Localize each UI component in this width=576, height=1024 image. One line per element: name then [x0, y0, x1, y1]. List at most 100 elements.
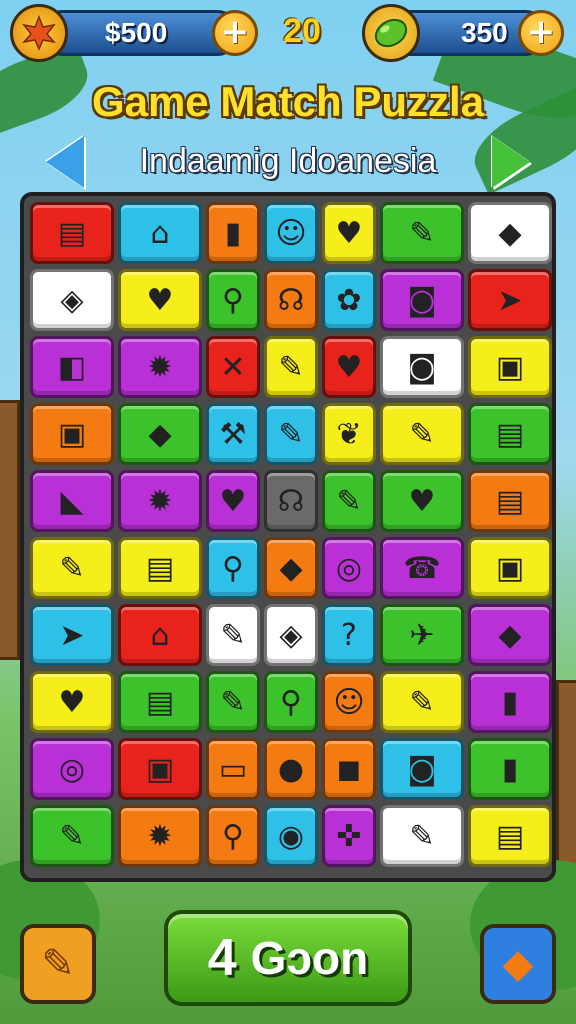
puzzle-tile[interactable]: ?: [322, 604, 376, 666]
puzzle-tile[interactable]: ▮: [468, 671, 552, 733]
box-icon: ▤: [57, 215, 87, 251]
puzzle-tile[interactable]: ✎: [322, 470, 376, 532]
puzzle-tile[interactable]: ⚒: [206, 403, 260, 465]
puzzle-tile[interactable]: ♥: [206, 470, 260, 532]
plane-icon: ✈: [409, 617, 435, 653]
puzzle-tile[interactable]: ▮: [468, 738, 552, 800]
puzzle-tile[interactable]: ✕: [206, 336, 260, 398]
puzzle-tile[interactable]: ⚲: [264, 671, 318, 733]
puzzle-tile[interactable]: ⌂: [118, 604, 202, 666]
puzzle-tile[interactable]: ♥: [322, 336, 376, 398]
go-button[interactable]: 4 Gɔon: [164, 910, 412, 1006]
puzzle-tile[interactable]: ▣: [30, 403, 114, 465]
puzzle-tile[interactable]: ✎: [206, 604, 260, 666]
tile-row: ◧ ✹ ✕ ✎ ♥ ◙ ▣: [30, 336, 552, 398]
puzzle-tile[interactable]: ➤: [468, 269, 552, 331]
puzzle-tile[interactable]: ◧: [30, 336, 114, 398]
puzzle-tile[interactable]: ▣: [468, 336, 552, 398]
arrow-left-icon[interactable]: [46, 136, 84, 188]
puzzle-tile[interactable]: ♥: [118, 269, 202, 331]
tile-row: ♥ ▤ ✎ ⚲ ☺ ✎ ▮: [30, 671, 552, 733]
puzzle-tile[interactable]: ☺: [322, 671, 376, 733]
puzzle-tile[interactable]: ✎: [206, 671, 260, 733]
puzzle-tile[interactable]: ❦: [322, 403, 376, 465]
puzzle-tile[interactable]: ✎: [264, 336, 318, 398]
blob-icon: ☊: [277, 282, 305, 318]
puzzle-tile[interactable]: ◆: [264, 537, 318, 599]
puzzle-tile[interactable]: ▣: [118, 738, 202, 800]
puzzle-tile[interactable]: ⚲: [206, 537, 260, 599]
puzzle-tile[interactable]: ☎: [380, 537, 464, 599]
puzzle-tile[interactable]: ▤: [468, 403, 552, 465]
arrow-icon: ➤: [497, 282, 523, 318]
puzzle-tile[interactable]: ✎: [380, 671, 464, 733]
puzzle-tile[interactable]: ◙: [380, 336, 464, 398]
puzzle-tile[interactable]: ⚲: [206, 269, 260, 331]
puzzle-tile[interactable]: ◎: [322, 537, 376, 599]
puzzle-tile[interactable]: ✈: [380, 604, 464, 666]
puzzle-tile[interactable]: ▤: [118, 671, 202, 733]
puzzle-tile[interactable]: ✜: [322, 805, 376, 867]
puzzle-tile[interactable]: ●: [264, 738, 318, 800]
puzzle-tile[interactable]: ◆: [468, 202, 552, 264]
puzzle-tile[interactable]: ◉: [264, 805, 318, 867]
puzzle-tile[interactable]: ◈: [264, 604, 318, 666]
pencil-icon: ✎: [278, 349, 304, 385]
puzzle-tile[interactable]: ⚲: [206, 805, 260, 867]
heart-icon: ♥: [335, 215, 363, 251]
eraser-icon: ▤: [145, 684, 175, 720]
house-icon: ⌂: [150, 215, 170, 251]
marker-icon: ✎: [220, 684, 246, 720]
puzzle-tile[interactable]: ✿: [322, 269, 376, 331]
pencil-icon: ✎: [409, 416, 435, 452]
eraser-icon: ✎: [41, 941, 75, 987]
pencil-icon: ✎: [59, 550, 85, 586]
puzzle-tile[interactable]: ➤: [30, 604, 114, 666]
puzzle-tile[interactable]: ✹: [118, 805, 202, 867]
puzzle-tile[interactable]: ✎: [30, 537, 114, 599]
arrow-right-icon[interactable]: [492, 136, 530, 188]
puzzle-tile[interactable]: ◙: [380, 738, 464, 800]
bag-icon: ◼: [336, 751, 362, 787]
puzzle-tile[interactable]: ▭: [206, 738, 260, 800]
level-subtitle: Indaamig Idoanesia: [139, 142, 437, 180]
puzzle-tile[interactable]: ✹: [118, 336, 202, 398]
puzzle-tile[interactable]: ☊: [264, 470, 318, 532]
eraser-button[interactable]: ✎: [20, 924, 96, 1004]
puzzle-tile[interactable]: ✹: [118, 470, 202, 532]
puzzle-tile[interactable]: ✎: [30, 805, 114, 867]
heart-icon: ♥: [408, 483, 436, 519]
puzzle-tile[interactable]: ▤: [30, 202, 114, 264]
puzzle-tile[interactable]: ♥: [380, 470, 464, 532]
puzzle-tile[interactable]: ▤: [468, 470, 552, 532]
puzzle-tile[interactable]: ▤: [118, 537, 202, 599]
puzzle-tile[interactable]: ◆: [468, 604, 552, 666]
puzzle-tile[interactable]: ◣: [30, 470, 114, 532]
puzzle-tile[interactable]: ✎: [264, 403, 318, 465]
box-icon: ◆: [502, 941, 534, 987]
puzzle-tile[interactable]: ☊: [264, 269, 318, 331]
camera-icon: ▭: [218, 751, 248, 787]
add-coins-button[interactable]: +: [212, 10, 258, 56]
phone-icon: ☎: [403, 550, 441, 586]
add-gems-button[interactable]: +: [518, 10, 564, 56]
box-button[interactable]: ◆: [480, 924, 556, 1004]
hud-bar: $500 + 20 350 +: [0, 0, 576, 66]
puzzle-tile[interactable]: ◙: [380, 269, 464, 331]
puzzle-tile[interactable]: ◎: [30, 738, 114, 800]
puzzle-tile[interactable]: ✎: [380, 805, 464, 867]
puzzle-tile[interactable]: ▤: [468, 805, 552, 867]
puzzle-tile[interactable]: ♥: [322, 202, 376, 264]
puzzle-tile[interactable]: ♥: [30, 671, 114, 733]
puzzle-tile[interactable]: ◈: [30, 269, 114, 331]
eraser-icon: ◆: [148, 416, 172, 452]
puzzle-tile[interactable]: ▣: [468, 537, 552, 599]
puzzle-tile[interactable]: ✎: [380, 202, 464, 264]
puzzle-tile[interactable]: ☺: [264, 202, 318, 264]
sun-badge-icon: [10, 4, 68, 62]
puzzle-tile[interactable]: ▮: [206, 202, 260, 264]
puzzle-tile[interactable]: ◼: [322, 738, 376, 800]
puzzle-tile[interactable]: ⌂: [118, 202, 202, 264]
puzzle-tile[interactable]: ◆: [118, 403, 202, 465]
puzzle-tile[interactable]: ✎: [380, 403, 464, 465]
